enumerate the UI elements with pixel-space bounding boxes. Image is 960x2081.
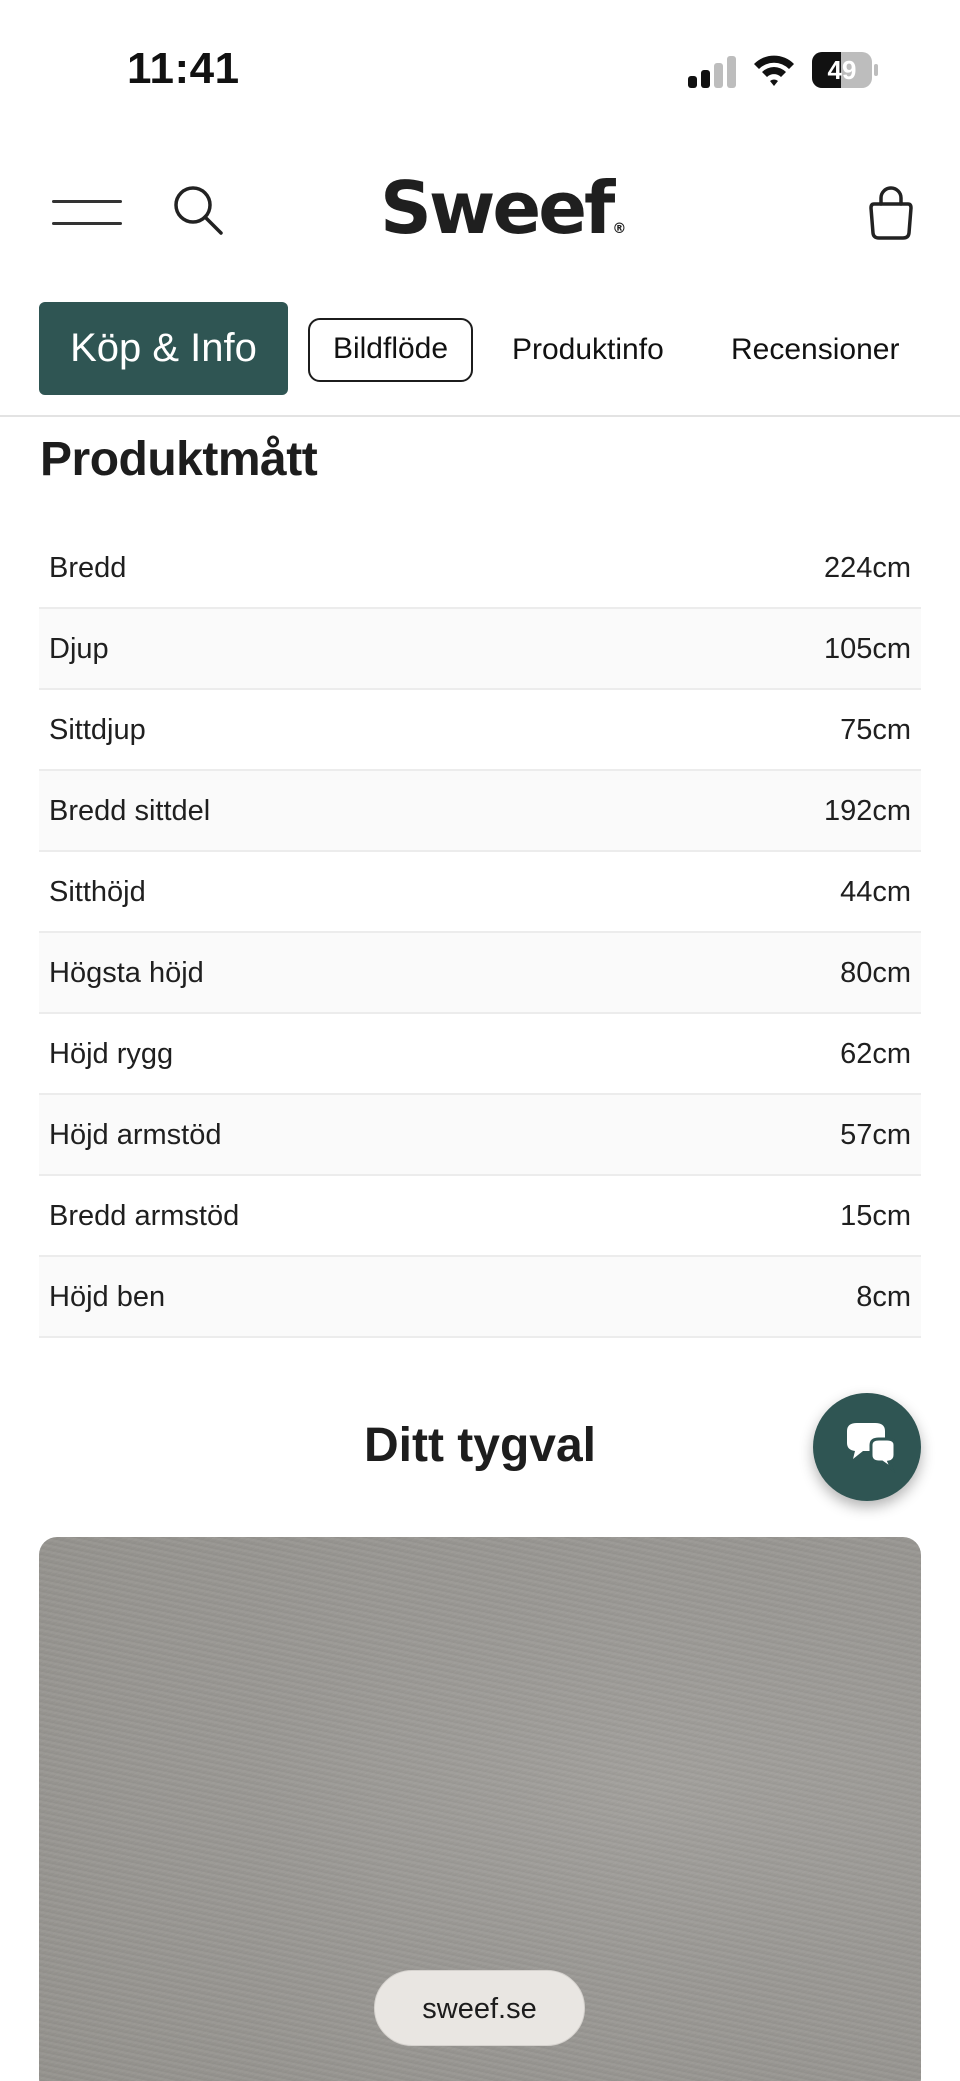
dimension-value: 8cm xyxy=(856,1281,911,1313)
dimension-row: Djup 105cm xyxy=(39,609,921,690)
dimension-value: 44cm xyxy=(840,876,911,908)
tab-produktinfo[interactable]: Produktinfo xyxy=(512,318,664,382)
dimension-label: Höjd rygg xyxy=(49,1038,174,1070)
shopping-bag-icon[interactable] xyxy=(868,186,914,242)
dimension-label: Bredd armstöd xyxy=(49,1200,240,1232)
dimension-row: Sittdjup 75cm xyxy=(39,690,921,771)
tab-bildflode[interactable]: Bildflöde xyxy=(308,318,473,382)
tabs-divider xyxy=(0,415,960,417)
chat-button[interactable] xyxy=(813,1393,921,1501)
status-time: 11:41 xyxy=(127,44,240,93)
section-title-produktmatt: Produktmått xyxy=(40,433,318,486)
dimension-label: Höjd ben xyxy=(49,1281,166,1313)
dimension-row: Högsta höjd 80cm xyxy=(39,933,921,1014)
dimension-label: Sittdjup xyxy=(49,714,146,746)
dimension-value: 224cm xyxy=(823,552,911,584)
dimension-row: Höjd ben 8cm xyxy=(39,1257,921,1338)
dimension-value: 75cm xyxy=(840,714,911,746)
dimension-value: 15cm xyxy=(840,1200,911,1232)
dimension-value: 105cm xyxy=(823,633,911,665)
dimension-label: Bredd xyxy=(49,552,127,584)
dimension-value: 192cm xyxy=(823,795,911,827)
logo-text: Sweef xyxy=(380,166,615,250)
dimension-row: Sitthöjd 44cm xyxy=(39,852,921,933)
site-header: Sweef® xyxy=(0,160,960,270)
chat-bubbles-icon xyxy=(847,1423,897,1474)
cellular-signal-icon xyxy=(688,54,736,88)
dimension-row: Höjd armstöd 57cm xyxy=(39,1095,921,1176)
dimension-row: Bredd sittdel 192cm xyxy=(39,771,921,852)
dimension-label: Höjd armstöd xyxy=(49,1119,222,1151)
tab-kop-info[interactable]: Köp & Info xyxy=(39,302,288,395)
dimension-row: Bredd armstöd 15cm xyxy=(39,1176,921,1257)
logo-registered-mark: ® xyxy=(612,221,627,237)
dimension-label: Djup xyxy=(49,633,109,665)
dimension-value: 62cm xyxy=(840,1038,911,1070)
dimension-value: 80cm xyxy=(840,957,911,989)
dimension-label: Bredd sittdel xyxy=(49,795,211,827)
battery-indicator: 49 xyxy=(812,52,878,88)
dimension-value: 57cm xyxy=(840,1119,911,1151)
dimension-row: Bredd 224cm xyxy=(39,528,921,609)
browser-url-pill[interactable]: sweef.se xyxy=(374,1970,585,2046)
dimension-row: Höjd rygg 62cm xyxy=(39,1014,921,1095)
dimensions-table: Bredd 224cm Djup 105cm Sittdjup 75cm Bre… xyxy=(39,528,921,1338)
dimension-label: Högsta höjd xyxy=(49,957,204,989)
dimension-label: Sitthöjd xyxy=(49,876,146,908)
search-icon[interactable] xyxy=(172,184,224,236)
hamburger-menu-icon[interactable] xyxy=(52,198,124,228)
tab-recensioner[interactable]: Recensioner xyxy=(731,318,899,382)
status-bar: 11:41 49 xyxy=(0,0,960,130)
battery-level: 49 xyxy=(827,55,857,85)
sweef-logo[interactable]: Sweef® xyxy=(380,168,626,248)
wifi-icon xyxy=(754,55,794,86)
product-tabs: Köp & Info Bildflöde Produktinfo Recensi… xyxy=(0,302,960,418)
